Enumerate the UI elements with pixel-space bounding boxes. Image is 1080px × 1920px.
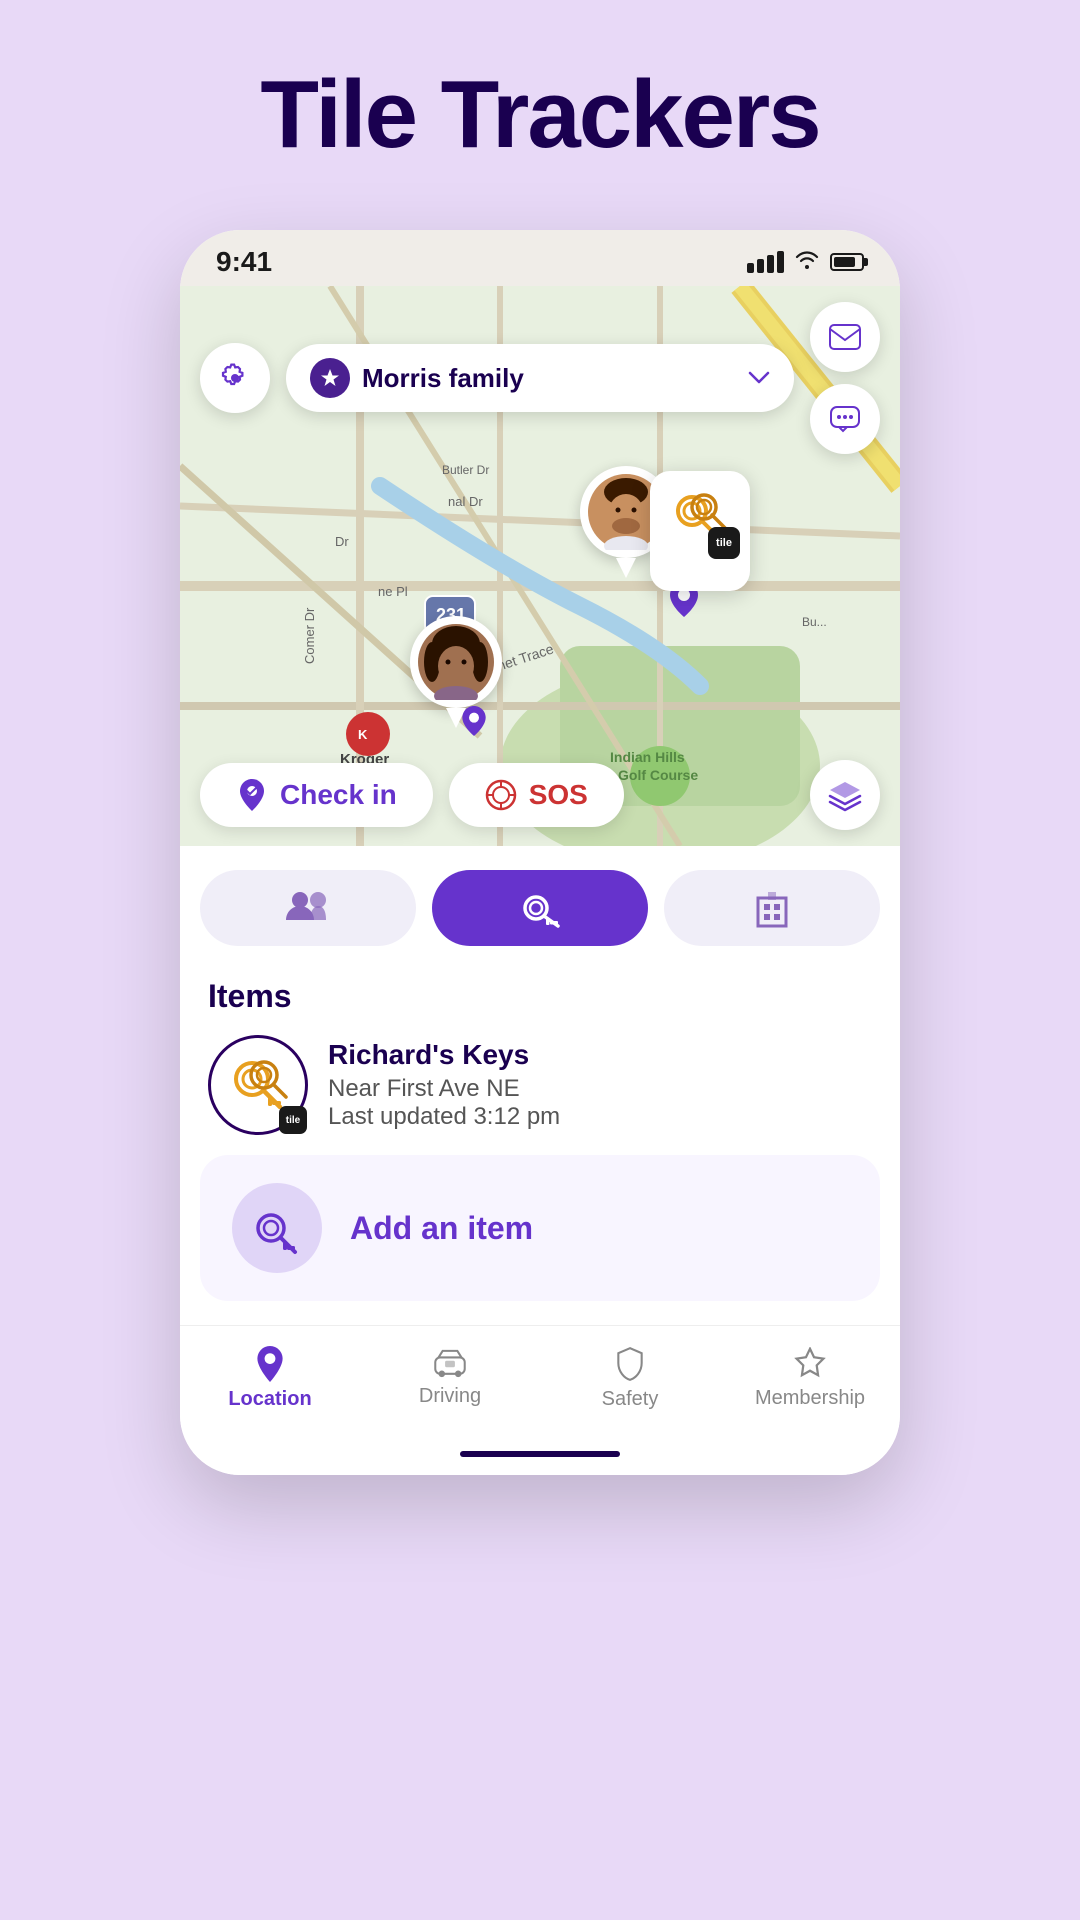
chat-button[interactable] <box>810 384 880 454</box>
svg-text:Butler Dr: Butler Dr <box>442 463 489 477</box>
sos-label: SOS <box>529 779 588 811</box>
nav-driving[interactable]: Driving <box>360 1349 540 1408</box>
item-name: Richard's Keys <box>328 1039 872 1071</box>
tab-tile-active[interactable] <box>432 870 648 946</box>
nav-membership-label: Membership <box>755 1387 865 1410</box>
items-section: Items tile <box>180 970 900 1155</box>
svg-text:Bu...: Bu... <box>802 615 827 629</box>
layers-button[interactable] <box>810 760 880 830</box>
star-icon <box>319 367 341 389</box>
layers-icon <box>828 778 862 812</box>
chevron-down-icon <box>748 365 770 391</box>
status-time: 9:41 <box>216 246 272 278</box>
map-header: Morris family <box>180 302 900 454</box>
tile-badge: tile <box>708 527 740 559</box>
svg-text:Dr: Dr <box>335 534 349 549</box>
sos-icon <box>485 779 517 811</box>
svg-text:K: K <box>358 727 368 742</box>
home-indicator-area <box>180 1441 900 1475</box>
checkin-icon <box>236 779 268 811</box>
location-nav-icon <box>254 1346 286 1382</box>
svg-text:nal Dr: nal Dr <box>448 494 483 509</box>
svg-text:Comer Dr: Comer Dr <box>302 607 317 664</box>
mail-button[interactable] <box>810 302 880 372</box>
keys-popup: tile <box>650 471 750 591</box>
person2-face <box>418 624 494 700</box>
status-icons <box>747 249 864 275</box>
nav-driving-label: Driving <box>419 1385 481 1408</box>
status-bar: 9:41 <box>180 230 900 286</box>
person2-avatar-map <box>410 616 502 728</box>
settings-button[interactable] <box>200 343 270 413</box>
tile-badge-item: tile <box>279 1106 307 1134</box>
nav-location-label: Location <box>228 1388 311 1411</box>
map-bottom-controls: Check in SOS <box>200 760 880 830</box>
phone-shell: 9:41 <box>180 230 900 1475</box>
battery-icon <box>830 253 864 271</box>
tab-people[interactable] <box>200 870 416 946</box>
item-info: Richard's Keys Near First Ave NE Last up… <box>328 1039 872 1131</box>
people-icon <box>286 890 330 926</box>
item-location: Near First Ave NE <box>328 1075 872 1103</box>
signal-icon <box>747 251 784 273</box>
family-group-pill[interactable]: Morris family <box>286 344 794 412</box>
add-key-icon <box>249 1200 305 1256</box>
nav-safety-label: Safety <box>602 1388 659 1411</box>
add-item-label: Add an item <box>350 1210 533 1247</box>
home-indicator <box>460 1451 620 1457</box>
building-icon <box>752 888 792 928</box>
nav-location[interactable]: Location <box>180 1346 360 1411</box>
family-name: Morris family <box>362 363 736 394</box>
items-title: Items <box>208 978 872 1015</box>
tab-building[interactable] <box>664 870 880 946</box>
membership-nav-icon <box>793 1347 827 1381</box>
content-area: Items tile <box>180 846 900 1301</box>
item-icon-wrap: tile <box>208 1035 308 1135</box>
add-item-icon <box>232 1183 322 1273</box>
page-title: Tile Trackers <box>260 60 819 170</box>
checkin-label: Check in <box>280 779 397 811</box>
pin-icon-2 <box>462 706 486 736</box>
gear-icon <box>217 360 253 396</box>
family-star-icon <box>310 358 350 398</box>
map-side-buttons <box>810 302 880 454</box>
sos-button[interactable]: SOS <box>449 763 624 827</box>
checkin-button[interactable]: Check in <box>200 763 433 827</box>
tab-row <box>180 846 900 970</box>
svg-text:ne Pl: ne Pl <box>378 584 408 599</box>
location-pin-2 <box>462 706 486 741</box>
bottom-nav: Location Driving Safety Membership <box>180 1325 900 1441</box>
mail-icon <box>829 324 861 350</box>
item-row[interactable]: tile Richard's Keys Near First Ave NE La… <box>208 1035 872 1135</box>
nav-membership[interactable]: Membership <box>720 1347 900 1410</box>
chat-icon <box>829 403 861 435</box>
wifi-icon <box>794 249 820 275</box>
key-tab-icon <box>520 888 560 928</box>
map-area: Indian Hills Golf Course 231 K Kroger Ca… <box>180 286 900 846</box>
item-last-updated: Last updated 3:12 pm <box>328 1103 872 1131</box>
driving-nav-icon <box>432 1349 468 1379</box>
add-item-card[interactable]: Add an item <box>200 1155 880 1301</box>
safety-nav-icon <box>615 1346 645 1382</box>
nav-safety[interactable]: Safety <box>540 1346 720 1411</box>
